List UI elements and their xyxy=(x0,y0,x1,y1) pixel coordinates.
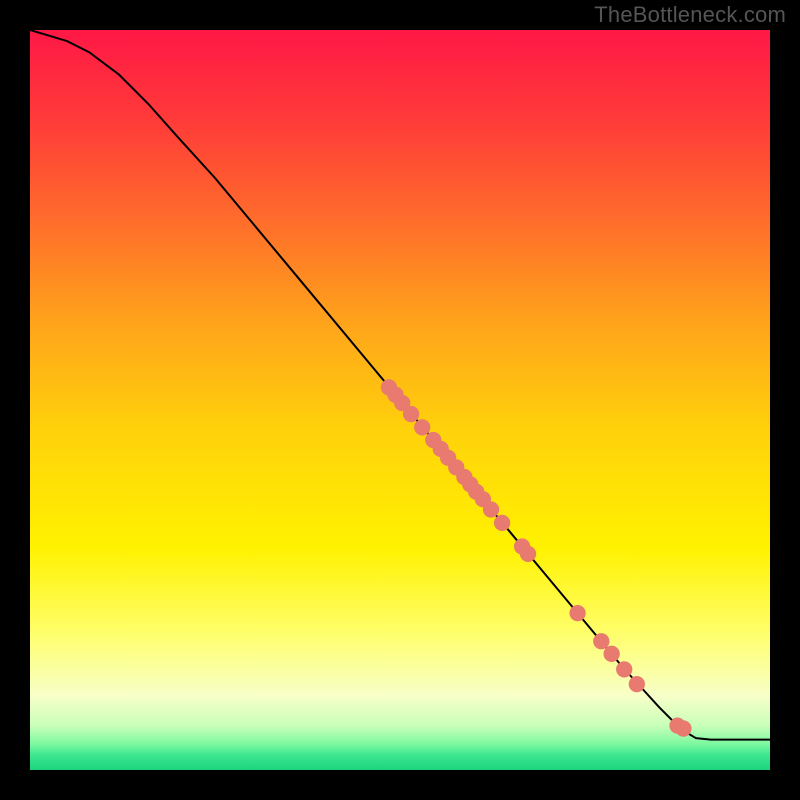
watermark-text: TheBottleneck.com xyxy=(594,2,786,28)
data-markers xyxy=(381,379,692,736)
data-marker xyxy=(675,720,691,736)
data-marker xyxy=(569,605,585,621)
data-marker xyxy=(403,406,419,422)
data-marker xyxy=(593,633,609,649)
data-marker xyxy=(494,515,510,531)
data-marker xyxy=(604,646,620,662)
plot-area xyxy=(30,30,770,770)
chart-container: TheBottleneck.com xyxy=(0,0,800,800)
data-marker xyxy=(616,661,632,677)
bottleneck-curve xyxy=(30,30,770,740)
data-marker xyxy=(414,419,430,435)
curve-layer xyxy=(30,30,770,770)
data-marker xyxy=(520,546,536,562)
data-marker xyxy=(483,501,499,517)
data-marker xyxy=(629,676,645,692)
